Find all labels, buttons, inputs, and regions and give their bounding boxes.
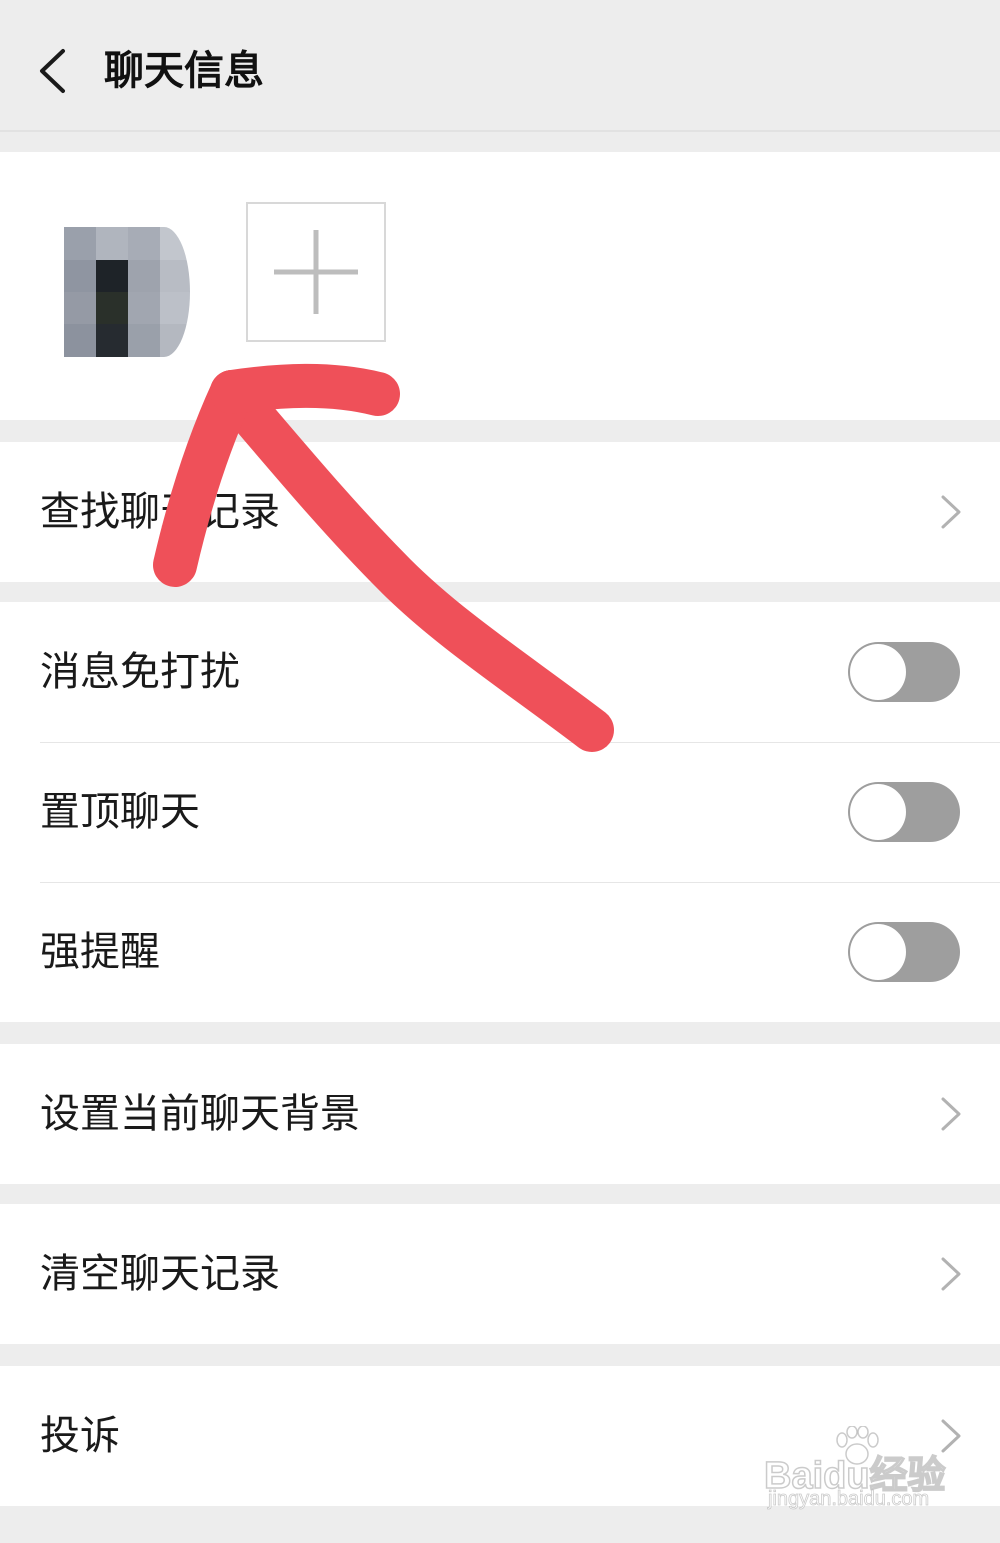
back-button[interactable] (22, 38, 82, 104)
avatar-image (64, 227, 190, 357)
report-label: 投诉 (40, 1413, 120, 1459)
strong-alert-item: 强提醒 (0, 882, 1000, 1022)
bottom-spacer (0, 1506, 1000, 1543)
add-member-button[interactable] (246, 202, 386, 342)
search-chat-history-item[interactable]: 查找聊天记录 (0, 442, 1000, 582)
settings-group-clear: 清空聊天记录 (0, 1204, 1000, 1344)
mute-notifications-toggle[interactable] (848, 642, 960, 702)
clear-chat-history-item[interactable]: 清空聊天记录 (0, 1204, 1000, 1344)
mute-notifications-label: 消息免打扰 (40, 649, 240, 695)
page-title: 聊天信息 (104, 48, 264, 94)
chat-background-item[interactable]: 设置当前聊天背景 (0, 1044, 1000, 1184)
member-list (0, 152, 1000, 420)
toggle-knob (850, 644, 906, 700)
chevron-right-icon (941, 1419, 961, 1453)
chat-background-label: 设置当前聊天背景 (40, 1091, 360, 1137)
settings-group-background: 设置当前聊天背景 (0, 1044, 1000, 1184)
mute-notifications-item: 消息免打扰 (0, 602, 1000, 742)
toggle-knob (850, 924, 906, 980)
search-chat-history-label: 查找聊天记录 (40, 489, 280, 535)
member-avatar[interactable] (64, 227, 190, 357)
chevron-right-icon (941, 1257, 961, 1291)
settings-group-search: 查找聊天记录 (0, 442, 1000, 582)
chevron-right-icon (941, 1097, 961, 1131)
clear-chat-history-label: 清空聊天记录 (40, 1251, 280, 1297)
strong-alert-label: 强提醒 (40, 929, 160, 975)
title-bar: 聊天信息 (0, 0, 1000, 132)
chevron-right-icon (941, 495, 961, 529)
report-item[interactable]: 投诉 (0, 1366, 1000, 1506)
plus-icon (274, 230, 358, 314)
settings-group-report: 投诉 (0, 1366, 1000, 1506)
pin-chat-label: 置顶聊天 (40, 789, 200, 835)
toggle-knob (850, 784, 906, 840)
pin-chat-toggle[interactable] (848, 782, 960, 842)
settings-group-toggles: 消息免打扰 置顶聊天 强提醒 (0, 602, 1000, 1022)
strong-alert-toggle[interactable] (848, 922, 960, 982)
pin-chat-item: 置顶聊天 (0, 742, 1000, 882)
chevron-left-icon (40, 49, 65, 93)
